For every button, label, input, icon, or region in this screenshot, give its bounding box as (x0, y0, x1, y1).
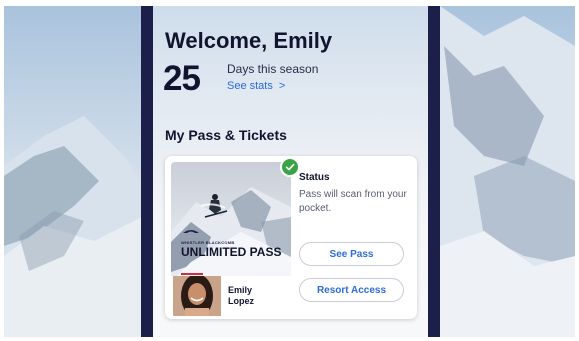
days-count: 25 (163, 59, 201, 98)
section-title-passes: My Pass & Tickets (165, 127, 287, 143)
phone-frame-left (141, 6, 153, 337)
status-check-badge (280, 157, 300, 177)
chevron-right-icon: > (278, 80, 286, 92)
days-label: Days this season (227, 62, 319, 76)
see-stats-label: See stats (227, 80, 273, 92)
resort-access-button[interactable]: Resort Access (299, 278, 404, 302)
owner-last-name: Lopez (228, 296, 254, 306)
pass-image[interactable]: WHISTLER BLACKCOMB UNLIMITED PASS Emily … (171, 162, 291, 316)
pass-owner: Emily Lopez (171, 276, 291, 316)
status-text: Pass will scan from your pocket. (299, 189, 407, 214)
owner-photo (173, 276, 221, 316)
status-label: Status (299, 172, 330, 183)
owner-first-name: Emily (228, 285, 253, 295)
phone-frame-right (428, 6, 440, 337)
see-stats-link[interactable]: See stats > (227, 80, 285, 92)
avatar (173, 276, 221, 316)
welcome-heading: Welcome, Emily (165, 28, 333, 53)
pass-title: UNLIMITED PASS (181, 245, 282, 259)
pass-title-underline (181, 273, 203, 275)
app-screen: Welcome, Emily 25 Days this season See s… (153, 6, 428, 337)
pass-card: WHISTLER BLACKCOMB UNLIMITED PASS Emily … (165, 156, 417, 319)
check-icon (285, 163, 295, 171)
see-pass-button[interactable]: See Pass (299, 242, 404, 266)
